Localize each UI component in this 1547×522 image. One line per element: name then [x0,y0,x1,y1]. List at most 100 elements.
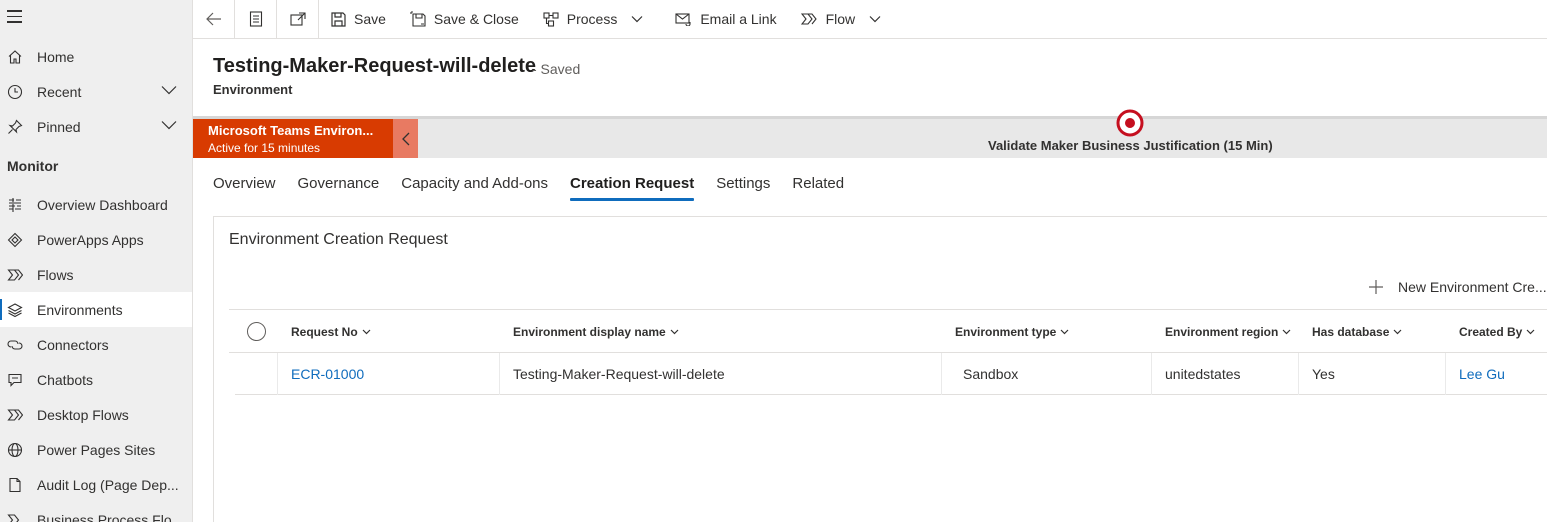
process-button[interactable]: Process [531,0,664,38]
process-icon [543,11,559,27]
sidebar-item-label: Flows [37,266,74,283]
sidebar-item-business-process-flows[interactable]: Business Process Flo... [0,502,192,522]
sidebar-item-connectors[interactable]: Connectors [0,327,192,362]
column-header-request-no[interactable]: Request No [291,325,371,339]
flow-icon [7,267,23,283]
tab-governance[interactable]: Governance [298,175,380,200]
arrow-left-icon [205,12,221,26]
cell-environment-display-name: Testing-Maker-Request-will-delete [513,366,725,382]
column-header-created-by[interactable]: Created By [1459,325,1535,339]
sidebar-item-label: Pinned [37,118,81,135]
command-bar: Save Save & Close Process Email a Link F… [193,0,1547,39]
chevron-down-icon [1393,329,1402,335]
chevron-down-icon [1060,329,1069,335]
column-divider [1151,353,1152,395]
sidebar-item-overview-dashboard[interactable]: Overview Dashboard [0,187,192,222]
save-close-button[interactable]: Save & Close [398,0,531,38]
chevron-left-icon [401,132,409,145]
sidebar-item-label: Home [37,48,75,65]
entity-name: Environment [213,82,293,97]
email-link-button[interactable]: Email a Link [663,0,788,38]
desktop-flow-icon [7,407,23,423]
process-button-label: Process [566,11,618,27]
sidebar-item-environments[interactable]: Environments [0,292,192,327]
sidebar-item-audit-log[interactable]: Audit Log (Page Dep... [0,467,192,502]
column-header-has-database[interactable]: Has database [1312,325,1402,339]
bpf-collapse-button[interactable] [393,119,418,158]
tab-creation-request[interactable]: Creation Request [570,175,695,201]
active-stage-target-icon[interactable] [1115,108,1145,138]
chevron-down-icon[interactable] [161,120,177,130]
column-header-label: Environment region [1165,325,1279,339]
column-header-label: Environment type [955,325,1057,339]
bpf-active-stage-duration: (15 Min) [1223,138,1273,153]
column-header-environment-region[interactable]: Environment region [1165,325,1291,339]
sidebar-item-power-pages-sites[interactable]: Power Pages Sites [0,432,192,467]
sidebar-item-label: Power Pages Sites [37,441,156,458]
layers-icon [7,302,23,318]
bpf-process-stage[interactable]: Microsoft Teams Environ... Active for 15… [193,119,393,158]
column-header-label: Environment display name [513,325,666,339]
sidebar-item-label: Recent [37,83,82,100]
sidebar-item-home[interactable]: Home [0,39,192,74]
open-new-window-button[interactable] [277,0,319,38]
audit-icon [7,477,23,493]
column-divider [277,353,278,395]
cell-request-no-link[interactable]: ECR-01000 [291,366,364,382]
sidebar-item-chatbots[interactable]: Chatbots [0,362,192,397]
sidebar-item-powerapps-apps[interactable]: PowerApps Apps [0,222,192,257]
hamburger-menu-icon[interactable] [7,10,25,26]
select-all-checkbox[interactable] [247,322,266,341]
chevron-down-icon[interactable] [161,85,177,95]
column-divider [499,353,500,395]
record-title: Testing-Maker-Request-will-delete [213,55,537,77]
sidebar-item-pinned[interactable]: Pinned [0,109,192,144]
save-close-button-label: Save & Close [433,11,519,27]
dashboard-icon [7,197,23,213]
open-in-new-window-icon [289,12,306,26]
sidebar-item-recent[interactable]: Recent [0,74,192,109]
sidebar-item-flows[interactable]: Flows [0,257,192,292]
tab-overview[interactable]: Overview [213,175,276,200]
bpf-active-duration: Active for 15 minutes [208,141,321,155]
cell-environment-region: unitedstates [1165,366,1241,382]
sidebar-item-label: Overview Dashboard [37,196,168,213]
save-button[interactable]: Save [319,0,398,38]
form-view-button[interactable] [235,0,277,38]
tab-related[interactable]: Related [792,175,844,200]
plus-icon [1369,280,1383,294]
column-header-environment-display-name[interactable]: Environment display name [513,325,679,339]
bpf-icon [7,512,23,522]
chevron-down-icon [1282,329,1291,335]
new-button-label: New Environment Cre... [1398,279,1547,295]
back-button[interactable] [193,0,235,38]
sidebar-section-monitor: Monitor [7,158,59,174]
sidebar-item-label: Environments [37,301,123,318]
tab-settings[interactable]: Settings [716,175,770,200]
flow-button[interactable]: Flow [789,0,902,38]
bpf-process-name: Microsoft Teams Environ... [208,123,374,138]
app-root: Home Recent Pinned Monitor Overview Dash… [0,0,1547,522]
flow-button-label: Flow [825,11,856,27]
powerapps-icon [7,232,23,248]
sidebar-item-desktop-flows[interactable]: Desktop Flows [0,397,192,432]
home-icon [7,49,23,65]
chevron-down-icon [670,329,679,335]
sidebar-item-label: Chatbots [37,371,94,388]
bpf-active-stage-label[interactable]: Validate Maker Business Justification (1… [988,138,1273,153]
column-header-label: Request No [291,325,358,339]
chatbot-icon [7,372,23,388]
sidebar-item-label: Desktop Flows [37,406,129,423]
sidebar-item-label: PowerApps Apps [37,231,144,248]
cell-created-by-link[interactable]: Lee Gu [1459,366,1505,382]
save-close-icon [410,11,426,27]
sidebar: Home Recent Pinned Monitor Overview Dash… [0,0,193,522]
new-environment-creation-request-button[interactable]: New Environment Cre... [1368,279,1547,295]
globe-icon [7,442,23,458]
column-header-environment-type[interactable]: Environment type [955,325,1069,339]
column-header-label: Created By [1459,325,1523,339]
chevron-down-icon [631,16,643,23]
column-divider [941,353,942,395]
table-row[interactable]: ECR-01000 Testing-Maker-Request-will-del… [235,353,1547,395]
tab-capacity-and-add-ons[interactable]: Capacity and Add-ons [401,175,548,200]
